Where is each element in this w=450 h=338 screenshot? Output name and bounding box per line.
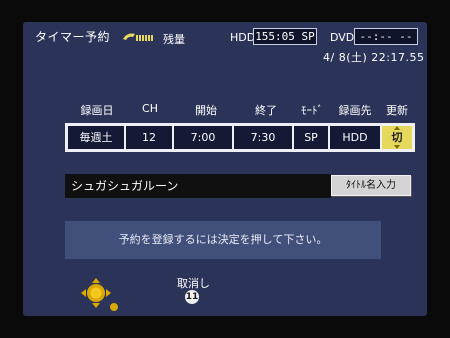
cell-update-value: 切 bbox=[391, 131, 403, 144]
up-arrow-icon bbox=[394, 126, 400, 130]
column-header-destination: 録画先 bbox=[338, 104, 372, 117]
page-title: タイマー予約 bbox=[35, 30, 111, 44]
hdd-remaining-value: 155:05 SP bbox=[253, 28, 317, 45]
reservation-row[interactable]: 毎週土 12 7:00 7:30 SP HDD 切 bbox=[65, 123, 415, 152]
cell-end-time[interactable]: 7:30 bbox=[234, 126, 292, 149]
current-datetime: 4/ 8(土) 22:17.55 bbox=[323, 51, 425, 64]
hdd-label: HDD bbox=[230, 31, 256, 44]
instruction-message: 予約を登録するには決定を押して下さい。 bbox=[65, 221, 381, 259]
cell-mode[interactable]: SP bbox=[294, 126, 328, 149]
remaining-label: 残量 bbox=[163, 33, 185, 46]
column-header-start: 開始 bbox=[195, 104, 217, 117]
cell-update-selected[interactable]: 切 bbox=[382, 126, 412, 149]
column-header-update: 更新 bbox=[386, 104, 408, 117]
dvd-label: DVD bbox=[330, 31, 355, 44]
cancel-key-11[interactable]: 11 bbox=[185, 290, 199, 304]
timer-reservation-screen: タイマー予約 残量 HDD 155:05 SP DVD --:-- -- 4/ … bbox=[23, 22, 427, 316]
dpad-icon bbox=[81, 278, 118, 311]
cancel-label: 取消し bbox=[177, 277, 210, 290]
title-input-button[interactable]: ﾀｲﾄﾙ名入力 bbox=[331, 175, 411, 196]
column-header-end: 終了 bbox=[255, 104, 277, 117]
cell-channel[interactable]: 12 bbox=[126, 126, 172, 149]
cell-start-time[interactable]: 7:00 bbox=[174, 126, 232, 149]
disc-remaining-icon bbox=[123, 33, 153, 41]
column-header-mode: ﾓｰﾄﾞ bbox=[301, 104, 323, 117]
down-arrow-icon bbox=[394, 145, 400, 149]
column-header-channel: CH bbox=[142, 102, 158, 115]
cell-record-date[interactable]: 毎週土 bbox=[68, 126, 124, 149]
title-name-field[interactable]: シュガシュガルーン bbox=[65, 174, 331, 198]
column-header-date: 録画日 bbox=[80, 104, 114, 117]
cell-destination[interactable]: HDD bbox=[330, 126, 380, 149]
dvd-remaining-value: --:-- -- bbox=[354, 28, 418, 45]
